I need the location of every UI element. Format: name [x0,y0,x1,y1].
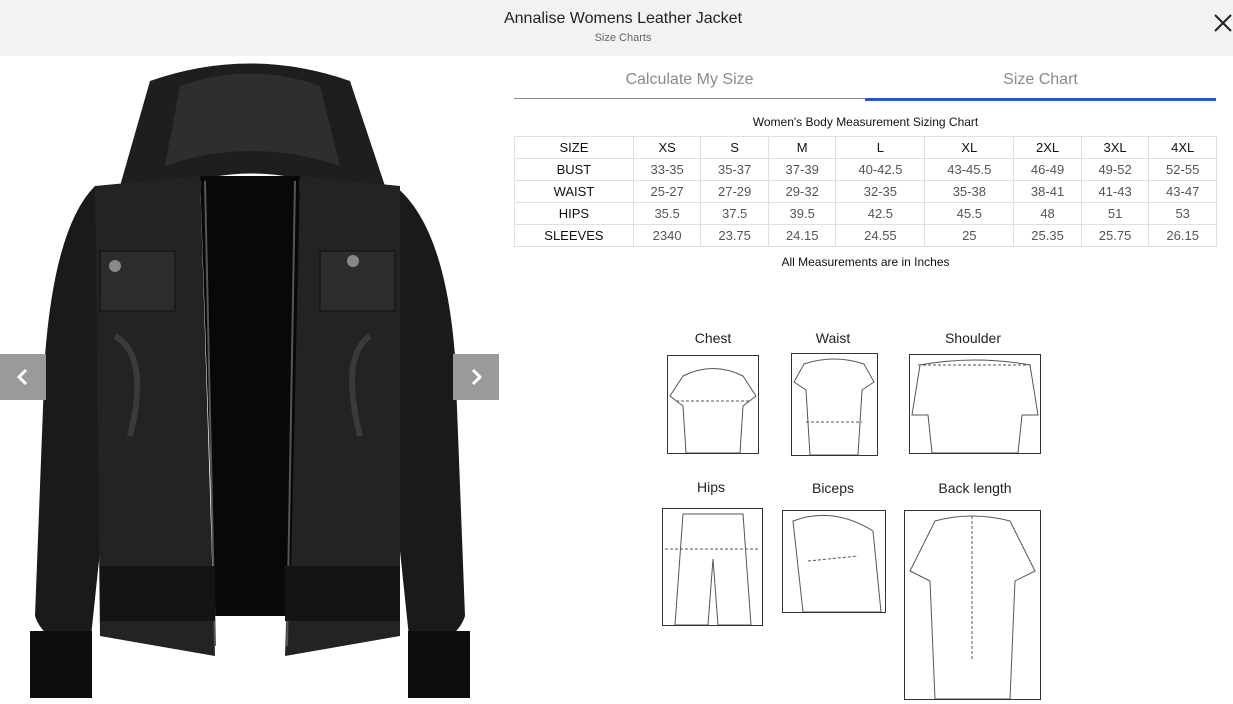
table-cell: 40-42.5 [835,158,926,181]
table-cell: 43-45.5 [924,158,1015,181]
table-cell: 25 [924,224,1015,247]
back-length-figure [904,510,1041,700]
size-chart-table: SIZE XS S M L XL 2XL 3XL 4XL BUST 33-35 … [514,136,1217,247]
diagram-label-shoulder: Shoulder [944,330,1002,346]
modal-header: Annalise Womens Leather Jacket Size Char… [0,0,1233,56]
table-cell: 48 [1013,202,1082,225]
table-cell: 49-52 [1080,158,1150,181]
close-icon [1214,14,1232,32]
column-header: S [700,136,769,159]
jacket-illustration [30,63,470,698]
diagram-label-biceps: Biceps [811,480,855,496]
table-row: BUST 33-35 35-37 37-39 40-42.5 43-45.5 4… [514,158,1217,181]
table-row: WAIST 25-27 27-29 29-32 32-35 35-38 38-4… [514,180,1217,203]
diagram-label-waist: Waist [815,330,851,346]
close-button[interactable] [1210,10,1233,36]
table-cell: 25.75 [1080,224,1150,247]
diagram-label-hips: Hips [696,479,725,495]
previous-image-button[interactable] [0,354,46,400]
table-cell: 24.15 [767,224,837,247]
row-header: HIPS [514,202,634,225]
size-chart-title: Women's Body Measurement Sizing Chart [752,115,979,129]
product-image [0,56,512,698]
table-cell: 35.5 [632,202,702,225]
column-header: 4XL [1148,136,1217,159]
table-cell: 51 [1080,202,1150,225]
measurement-diagram: Chest Waist Shoulder Hips Biceps Back le… [640,320,1060,700]
table-cell: 37.5 [700,202,769,225]
biceps-figure [782,510,886,613]
table-cell: 35-38 [924,180,1015,203]
measurement-note: All Measurements are in Inches [781,255,950,269]
table-cell: 42.5 [835,202,926,225]
column-header: XL [924,136,1015,159]
table-cell: 29-32 [767,180,837,203]
table-cell: 39.5 [767,202,837,225]
table-cell: 24.55 [835,224,926,247]
table-cell: 43-47 [1148,180,1217,203]
tab-calculate-my-size[interactable]: Calculate My Size [514,62,865,99]
table-cell: 26.15 [1148,224,1217,247]
column-header: SIZE [514,136,634,159]
table-cell: 23.75 [700,224,769,247]
hips-figure [662,508,763,626]
table-row: HIPS 35.5 37.5 39.5 42.5 45.5 48 51 53 [514,202,1217,225]
table-cell: 52-55 [1148,158,1217,181]
table-cell: 2340 [632,224,702,247]
row-header: BUST [514,158,634,181]
table-cell: 53 [1148,202,1217,225]
diagram-label-back-length: Back length [938,480,1012,496]
table-cell: 25-27 [632,180,702,203]
table-cell: 32-35 [835,180,926,203]
row-header: WAIST [514,180,634,203]
modal-subtitle: Size Charts [594,32,652,44]
table-cell: 37-39 [767,158,837,181]
table-cell: 33-35 [632,158,702,181]
size-tabs: Calculate My Size Size Chart [514,62,1217,101]
table-cell: 46-49 [1013,158,1082,181]
chest-figure [667,355,759,454]
column-header: 2XL [1013,136,1082,159]
table-row: SLEEVES 2340 23.75 24.15 24.55 25 25.35 … [514,224,1217,247]
table-cell: 35-37 [700,158,769,181]
table-cell: 27-29 [700,180,769,203]
column-header: 3XL [1080,136,1150,159]
row-header: SLEEVES [514,224,634,247]
table-cell: 45.5 [924,202,1015,225]
table-cell: 41-43 [1080,180,1150,203]
column-header: L [835,136,926,159]
diagram-label-chest: Chest [694,330,732,346]
table-header-row: SIZE XS S M L XL 2XL 3XL 4XL [514,136,1217,159]
table-cell: 38-41 [1013,180,1082,203]
product-title: Annalise Womens Leather Jacket [503,10,743,27]
chevron-right-icon [471,368,483,386]
chevron-left-icon [16,368,28,386]
waist-figure [791,353,878,456]
tab-size-chart[interactable]: Size Chart [865,62,1216,101]
shoulder-figure [909,354,1041,454]
next-image-button[interactable] [453,354,499,400]
table-cell: 25.35 [1013,224,1082,247]
column-header: XS [632,136,702,159]
column-header: M [767,136,837,159]
